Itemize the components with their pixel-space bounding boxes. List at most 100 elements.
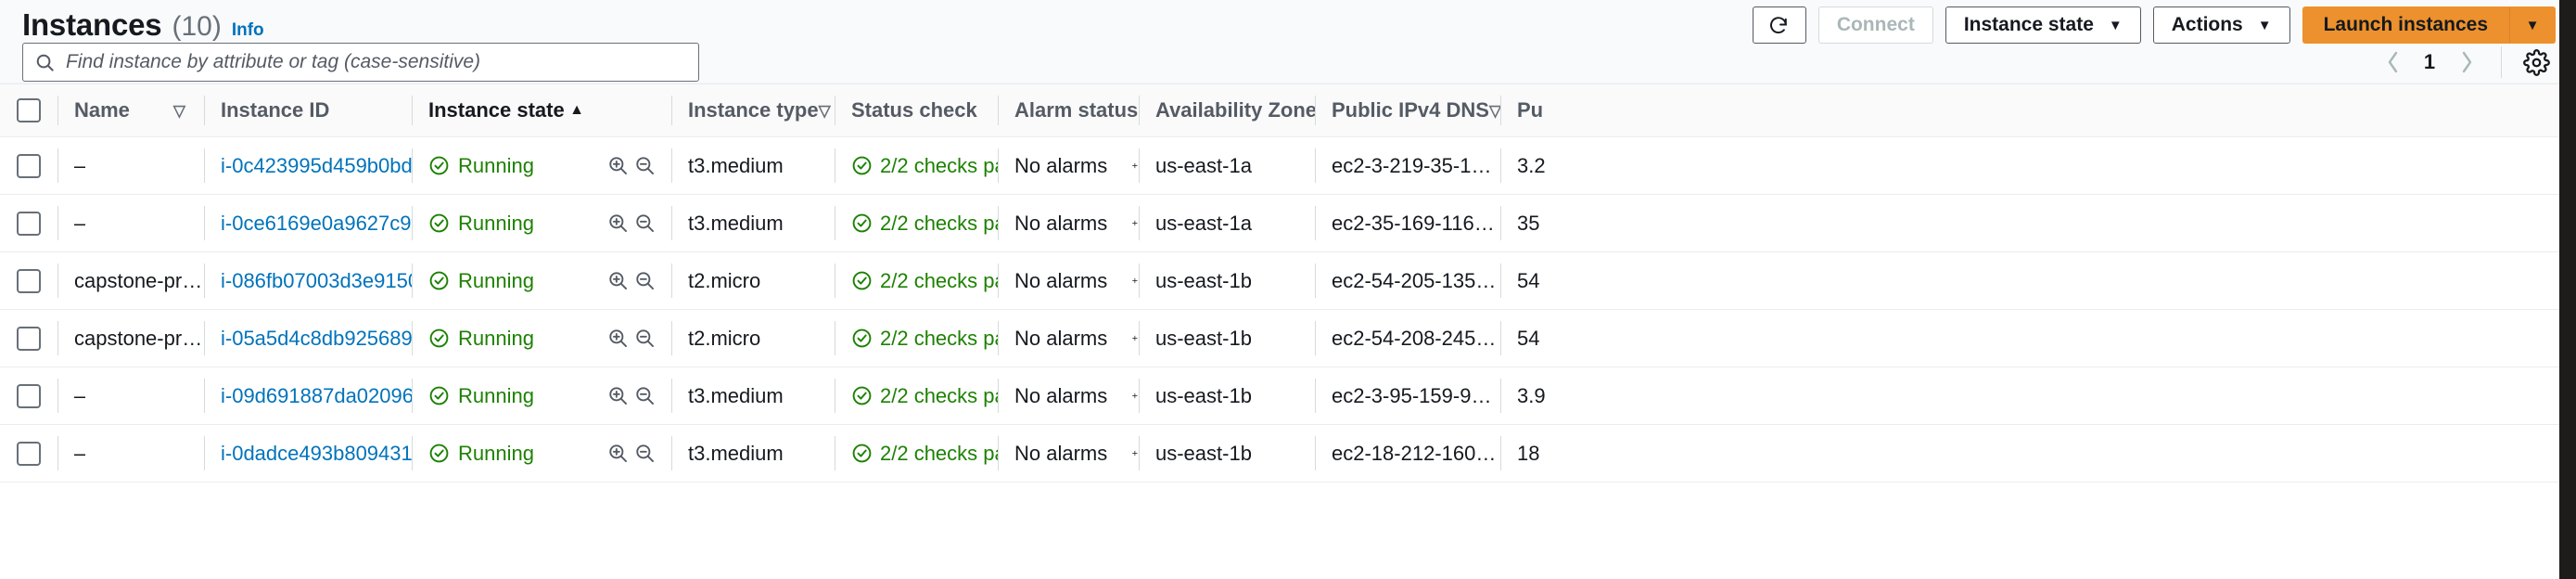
instance-type-value: t2.micro xyxy=(688,326,761,350)
zoom-in-icon[interactable] xyxy=(606,384,630,407)
search-input[interactable] xyxy=(66,51,687,73)
table-body: – i-0c423995d459b0bd8 Running t3.medium … xyxy=(0,137,2576,482)
cell-instance-type: t3.medium xyxy=(671,425,835,482)
zoom-out-icon[interactable] xyxy=(633,327,657,350)
row-checkbox[interactable] xyxy=(17,383,41,408)
plus-icon[interactable] xyxy=(1131,211,1139,236)
instance-state-text: Running xyxy=(458,383,534,407)
plus-icon[interactable] xyxy=(1131,268,1139,293)
zoom-out-icon[interactable] xyxy=(633,269,657,292)
page-number[interactable]: 1 xyxy=(2414,50,2445,74)
refresh-button[interactable] xyxy=(1752,6,1806,44)
cell-instance-id: i-086fb07003d3e9150 xyxy=(204,252,412,309)
instance-id-link[interactable]: i-0c423995d459b0bd8 xyxy=(221,154,412,178)
cell-instance-type: t3.medium xyxy=(671,137,835,194)
table-row[interactable]: – i-0dadce493b8094310 Running t3.medium … xyxy=(0,425,2576,482)
alarm-status-value: No alarms xyxy=(1014,268,1108,292)
instance-state-dropdown[interactable]: Instance state ▼ xyxy=(1945,6,2141,44)
instance-id-link[interactable]: i-0dadce493b8094310 xyxy=(221,442,412,466)
instance-type-value: t3.medium xyxy=(688,441,784,465)
cell-availability-zone: us-east-1a xyxy=(1139,195,1315,251)
column-header-alarm-status[interactable]: Alarm status xyxy=(998,84,1139,136)
zoom-in-icon[interactable] xyxy=(606,154,630,177)
table-row[interactable]: – i-0c423995d459b0bd8 Running t3.medium … xyxy=(0,137,2576,195)
sort-descending-icon: ▽ xyxy=(1488,101,1500,120)
status-check-text: 2/2 checks passed xyxy=(880,383,998,407)
instance-id-link[interactable]: i-09d691887da020962 xyxy=(221,384,412,408)
column-header-status-check[interactable]: Status check xyxy=(835,84,998,136)
table-row[interactable]: capstone-proj… i-05a5d4c8db9256894 Runni… xyxy=(0,310,2576,367)
row-checkbox[interactable] xyxy=(17,153,41,178)
row-checkbox[interactable] xyxy=(17,268,41,293)
zoom-out-icon[interactable] xyxy=(633,442,657,465)
instance-count: (10) xyxy=(172,11,222,42)
instance-id-link[interactable]: i-086fb07003d3e9150 xyxy=(221,269,412,293)
table-row[interactable]: capstone-proj… i-086fb07003d3e9150 Runni… xyxy=(0,252,2576,310)
column-header-availability-zone[interactable]: Availability Zone ▽ xyxy=(1139,84,1315,136)
instance-id-link[interactable]: i-0ce6169e0a9627c9f xyxy=(221,212,412,236)
zoom-in-icon[interactable] xyxy=(606,327,630,350)
connect-button[interactable]: Connect xyxy=(1817,6,1933,44)
search-box[interactable] xyxy=(22,43,699,82)
plus-icon[interactable] xyxy=(1131,326,1139,351)
public-ipv4-dns-value: ec2-18-212-160-104.co… xyxy=(1332,441,1500,465)
table-row[interactable]: – i-09d691887da020962 Running t3.medium … xyxy=(0,367,2576,425)
select-all-checkbox[interactable] xyxy=(17,98,41,122)
check-circle-icon xyxy=(429,213,449,233)
zoom-out-icon[interactable] xyxy=(633,212,657,235)
cell-public-ipv4-dns: ec2-54-205-135-216.co… xyxy=(1315,252,1500,309)
table-settings-button[interactable] xyxy=(2517,45,2556,80)
cell-public-ipv4-address: 35 xyxy=(1500,195,1556,251)
cell-status-check: 2/2 checks passed xyxy=(835,367,998,424)
public-ipv4-address-value: 3.2 xyxy=(1517,153,1546,177)
launch-instances-button[interactable]: Launch instances xyxy=(2302,6,2509,44)
zoom-in-icon[interactable] xyxy=(606,442,630,465)
row-select-cell xyxy=(0,310,57,367)
table-row[interactable]: – i-0ce6169e0a9627c9f Running t3.medium … xyxy=(0,195,2576,252)
instance-state-text: Running xyxy=(458,441,534,465)
cell-zoom-actions xyxy=(603,195,671,251)
cell-instance-state: Running xyxy=(412,252,603,309)
prev-page-button[interactable] xyxy=(2371,45,2414,80)
zoom-in-icon[interactable] xyxy=(606,269,630,292)
cell-instance-state: Running xyxy=(412,195,603,251)
column-label: Instance state xyxy=(428,98,565,122)
info-link[interactable]: Info xyxy=(232,20,264,41)
column-header-public-ipv4-dns[interactable]: Public IPv4 DNS ▽ xyxy=(1315,84,1500,136)
zoom-out-icon[interactable] xyxy=(633,154,657,177)
plus-icon[interactable] xyxy=(1131,441,1139,466)
chevron-left-icon xyxy=(2388,51,2397,73)
zoom-out-icon[interactable] xyxy=(633,384,657,407)
availability-zone-value: us-east-1a xyxy=(1155,211,1252,235)
launch-instances-dropdown[interactable]: ▼ xyxy=(2509,6,2556,44)
status-check-text: 2/2 checks passed xyxy=(880,268,998,292)
cell-public-ipv4-address: 18 xyxy=(1500,425,1556,482)
row-checkbox[interactable] xyxy=(17,441,41,466)
column-header-instance-id[interactable]: Instance ID xyxy=(204,84,412,136)
column-label: Instance type xyxy=(688,98,819,122)
next-page-button[interactable] xyxy=(2445,45,2488,80)
status-check-value: 2/2 checks passed xyxy=(851,269,998,293)
row-checkbox[interactable] xyxy=(17,326,41,351)
column-header-name[interactable]: Name ▽ xyxy=(57,84,204,136)
actions-dropdown[interactable]: Actions ▼ xyxy=(2152,6,2290,44)
cell-zoom-actions xyxy=(603,367,671,424)
cell-name: capstone-proj… xyxy=(57,310,204,367)
check-circle-icon xyxy=(429,386,449,405)
availability-zone-value: us-east-1b xyxy=(1155,268,1252,292)
column-header-instance-state[interactable]: Instance state ▲ xyxy=(412,84,603,136)
status-check-value: 2/2 checks passed xyxy=(851,154,998,178)
row-select-cell xyxy=(0,425,57,482)
zoom-in-icon[interactable] xyxy=(606,212,630,235)
row-checkbox[interactable] xyxy=(17,211,41,236)
column-header-public-ipv4-address[interactable]: Pu xyxy=(1500,84,1556,136)
column-header-instance-type[interactable]: Instance type ▽ xyxy=(671,84,835,136)
instance-id-link[interactable]: i-05a5d4c8db9256894 xyxy=(221,327,412,351)
instance-state-value: Running xyxy=(428,442,534,466)
launch-instances-group: Launch instances ▼ xyxy=(2302,6,2556,44)
plus-icon[interactable] xyxy=(1131,153,1139,178)
plus-icon[interactable] xyxy=(1131,383,1139,408)
select-all-cell xyxy=(0,84,57,136)
cell-status-check: 2/2 checks passed xyxy=(835,310,998,367)
cell-zoom-actions xyxy=(603,310,671,367)
